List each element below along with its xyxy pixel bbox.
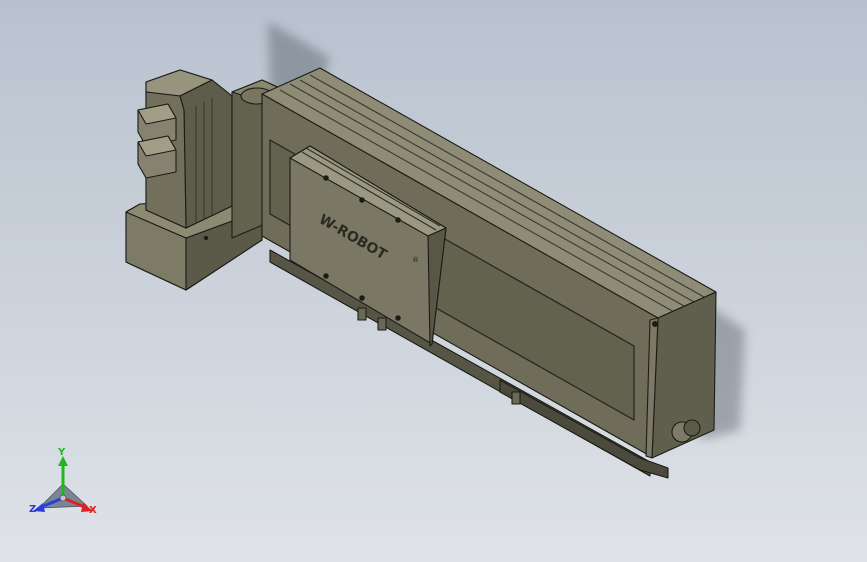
z-axis-label: Z [29,504,37,515]
triad-origin [59,494,67,502]
linear-actuator-model[interactable]: W-ROBOT ® [0,0,867,562]
coordinate-triad[interactable]: Y X Z [25,448,105,524]
y-axis-label: Y [58,447,66,458]
x-axis-label: X [89,505,97,516]
graphics-viewport[interactable]: W-ROBOT ® Y X Z [0,0,867,562]
registered-mark: ® [412,256,419,264]
